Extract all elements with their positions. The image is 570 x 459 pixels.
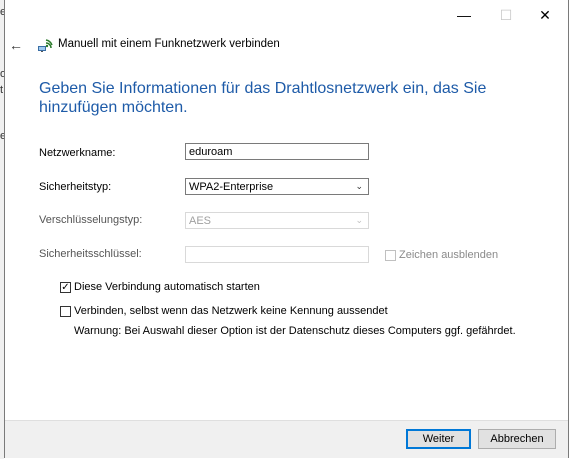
security-key-input xyxy=(185,246,369,263)
encryption-type-select: AES ⌄ xyxy=(185,212,369,229)
security-type-label: Sicherheitstyp: xyxy=(39,181,112,193)
checkmark-icon: ✓ xyxy=(61,282,70,293)
cancel-button[interactable]: Abbrechen xyxy=(478,429,556,449)
close-button[interactable]: ✕ xyxy=(528,4,562,26)
security-type-select[interactable]: WPA2-Enterprise ⌄ xyxy=(185,178,369,195)
connect-hidden-label: Verbinden, selbst wenn das Netzwerk kein… xyxy=(74,305,388,317)
wifi-network-icon xyxy=(38,39,53,52)
next-button[interactable]: Weiter xyxy=(406,429,471,449)
dialog-window xyxy=(4,0,569,458)
back-arrow-icon: ← xyxy=(9,37,23,53)
security-key-label: Sicherheitsschlüssel: xyxy=(39,248,142,260)
chevron-down-icon: ⌄ xyxy=(355,215,363,225)
close-icon: ✕ xyxy=(539,6,551,23)
maximize-button: ☐ xyxy=(489,4,523,26)
hide-characters-checkbox xyxy=(385,250,396,261)
background-text-fragment: t xyxy=(0,84,4,96)
back-button[interactable]: ← xyxy=(9,37,23,53)
page-heading: Geben Sie Informationen für das Drahtlos… xyxy=(39,80,487,116)
hide-characters-label: Zeichen ausblenden xyxy=(399,249,499,261)
auto-start-checkbox[interactable]: ✓ xyxy=(60,282,71,293)
minimize-icon: — xyxy=(457,7,471,23)
privacy-warning-text: Warnung: Bei Auswahl dieser Option ist d… xyxy=(74,325,516,337)
encryption-type-value: AES xyxy=(189,215,212,227)
security-type-value: WPA2-Enterprise xyxy=(189,181,274,193)
maximize-icon: ☐ xyxy=(499,6,513,23)
auto-start-label: Diese Verbindung automatisch starten xyxy=(74,281,260,293)
connect-hidden-checkbox[interactable] xyxy=(60,306,71,317)
encryption-type-label: Verschlüsselungstyp: xyxy=(39,214,143,226)
network-name-input[interactable]: eduroam xyxy=(185,143,369,160)
network-name-label: Netzwerkname: xyxy=(39,147,116,159)
network-name-value: eduroam xyxy=(189,146,233,158)
minimize-button[interactable]: — xyxy=(447,4,481,26)
chevron-down-icon: ⌄ xyxy=(355,181,363,191)
dialog-title: Manuell mit einem Funknetzwerk verbinden xyxy=(58,38,280,50)
